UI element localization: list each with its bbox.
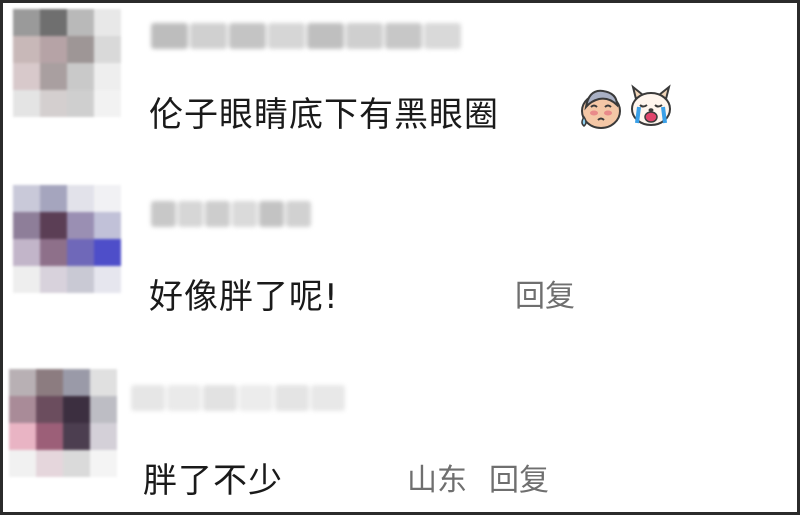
avatar-pixel (13, 185, 40, 212)
avatar-pixel (90, 450, 117, 477)
name-blur-block (190, 23, 227, 49)
avatar-pixel (13, 36, 40, 63)
avatar-pixel (67, 90, 94, 117)
name-blur-block (424, 23, 461, 49)
avatar-pixel (63, 396, 90, 423)
name-blur-block (205, 201, 230, 227)
avatar-pixel (9, 450, 36, 477)
avatar-pixel (40, 212, 67, 239)
username-blurred[interactable] (151, 197, 311, 231)
avatar-pixel (90, 423, 117, 450)
avatar-pixel (63, 423, 90, 450)
avatar-pixel (67, 266, 94, 293)
name-blur-block (286, 201, 311, 227)
avatar-pixel (40, 36, 67, 63)
avatar-pixel (13, 63, 40, 90)
avatar-pixel (94, 185, 121, 212)
avatar-pixel (36, 450, 63, 477)
avatar-pixel (67, 185, 94, 212)
name-blur-block (268, 23, 305, 49)
name-blur-block (232, 201, 257, 227)
name-blur-block (229, 23, 266, 49)
name-blur-block (131, 385, 165, 411)
avatar-pixel (94, 63, 121, 90)
avatar-pixel (13, 212, 40, 239)
avatar-pixel (90, 396, 117, 423)
avatar-pixel (36, 423, 63, 450)
reply-button[interactable]: 回复 (515, 271, 575, 315)
avatar-pixel (94, 36, 121, 63)
name-blur-block (151, 201, 176, 227)
comment-text: 好像胖了呢! (149, 277, 339, 317)
avatar-pixel (36, 396, 63, 423)
avatar-pixel (94, 9, 121, 36)
avatar-pixel (40, 185, 67, 212)
name-blur-block (385, 23, 422, 49)
crying-dog-icon (631, 84, 671, 126)
crying-sweat-face-icon (581, 89, 621, 129)
avatar-pixel (63, 369, 90, 396)
avatar-pixel (13, 9, 40, 36)
name-blur-block (239, 385, 273, 411)
name-blur-block (203, 385, 237, 411)
avatar-pixel (67, 63, 94, 90)
avatar-pixel (40, 9, 67, 36)
name-blur-block (259, 201, 284, 227)
comment-text: 伦子眼睛底下有黑眼圈 (149, 95, 499, 135)
name-blur-block (167, 385, 201, 411)
avatar[interactable] (13, 9, 121, 117)
comment-item: 伦子眼睛底下有黑眼圈 (3, 3, 797, 173)
avatar-pixel (94, 90, 121, 117)
username-blurred[interactable] (151, 19, 461, 53)
name-blur-block (178, 201, 203, 227)
comment-screenshot: 伦子眼睛底下有黑眼圈 好像胖了呢! 回复 胖了不少 山东 回复 (0, 0, 800, 515)
avatar-pixel (40, 90, 67, 117)
avatar-pixel (40, 63, 67, 90)
avatar-pixel (9, 396, 36, 423)
avatar-pixel (94, 239, 121, 266)
name-blur-block (151, 23, 188, 49)
name-blur-block (307, 23, 344, 49)
name-blur-block (275, 385, 309, 411)
avatar[interactable] (9, 369, 117, 477)
avatar-pixel (90, 369, 117, 396)
avatar-pixel (13, 90, 40, 117)
avatar-pixel (36, 369, 63, 396)
avatar-pixel (67, 212, 94, 239)
avatar-pixel (13, 266, 40, 293)
avatar-pixel (9, 369, 36, 396)
comment-item: 胖了不少 山东 回复 (3, 353, 797, 512)
avatar-pixel (63, 450, 90, 477)
avatar-pixel (94, 212, 121, 239)
avatar-pixel (94, 266, 121, 293)
comment-text: 胖了不少 (143, 461, 283, 501)
avatar-pixel (40, 239, 67, 266)
avatar-pixel (67, 239, 94, 266)
username-blurred[interactable] (131, 381, 345, 415)
avatar-pixel (13, 239, 40, 266)
avatar[interactable] (13, 185, 121, 293)
name-blur-block (346, 23, 383, 49)
comment-item: 好像胖了呢! 回复 (3, 173, 797, 353)
avatar-pixel (40, 266, 67, 293)
location-label: 山东 (407, 463, 467, 498)
avatar-pixel (67, 36, 94, 63)
avatar-pixel (67, 9, 94, 36)
reply-button[interactable]: 回复 (489, 455, 549, 499)
avatar-pixel (9, 423, 36, 450)
name-blur-block (311, 385, 345, 411)
